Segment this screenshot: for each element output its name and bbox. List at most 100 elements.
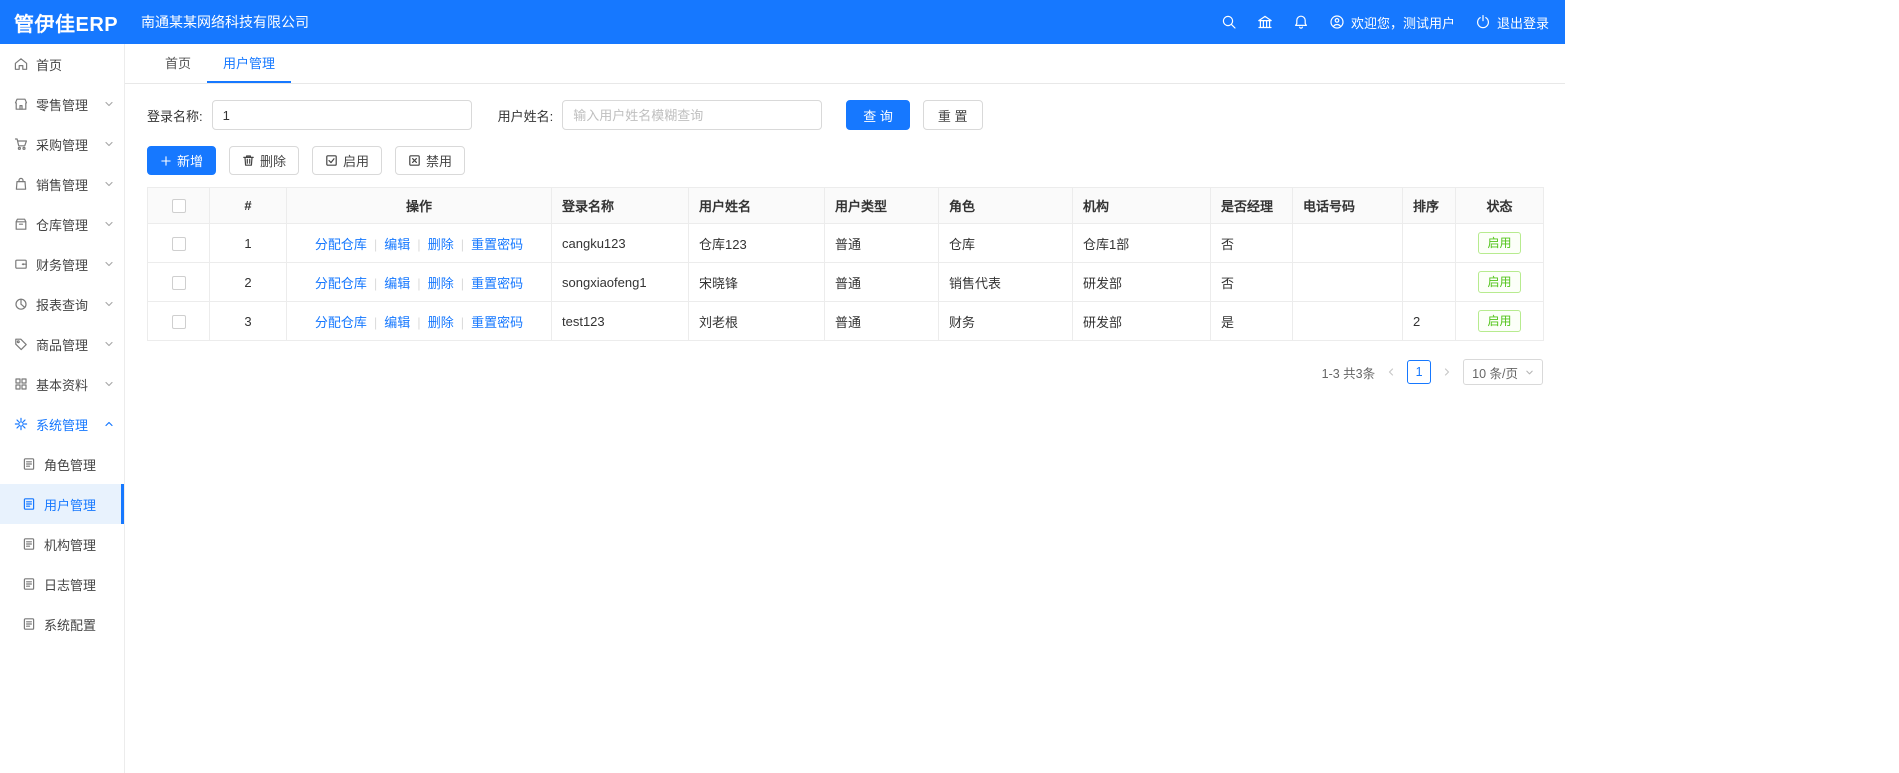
table-toolbar: 新增 删除 启用 禁用: [147, 146, 1543, 175]
reset-password-link[interactable]: 重置密码: [471, 237, 523, 252]
delete-button[interactable]: 删除: [229, 146, 300, 175]
sidebar-item-reports[interactable]: 报表查询: [0, 284, 124, 324]
enable-button[interactable]: 启用: [312, 146, 383, 175]
user-name-input[interactable]: [562, 100, 823, 130]
delete-link[interactable]: 删除: [428, 315, 454, 330]
select-all-checkbox[interactable]: [171, 199, 186, 214]
page-size-select[interactable]: 10 条/页: [1463, 359, 1543, 385]
chevron-down-icon: [104, 139, 114, 149]
chevron-down-icon: [104, 179, 114, 189]
assign-warehouse-link[interactable]: 分配仓库: [315, 237, 367, 252]
login-name-input[interactable]: [211, 100, 472, 130]
reset-button[interactable]: 重 置: [922, 100, 983, 130]
chevron-down-icon: [104, 299, 114, 309]
sidebar-item-home[interactable]: 首页: [0, 44, 124, 84]
user-menu[interactable]: 欢迎您，测试用户: [1329, 13, 1455, 32]
company-name: 南通某某网络科技有限公司: [141, 14, 309, 30]
edit-link[interactable]: 编辑: [384, 315, 410, 330]
plus-icon: [161, 155, 171, 166]
cell-type: 普通: [824, 223, 939, 263]
sidebar-item-finance[interactable]: 财务管理: [0, 244, 124, 284]
cell-status: 启用: [1455, 301, 1544, 341]
delete-link[interactable]: 删除: [428, 237, 454, 252]
grid-icon: [14, 377, 28, 391]
col-header-type: 用户类型: [824, 187, 939, 224]
separator: [417, 276, 420, 291]
sidebar-item-sales[interactable]: 销售管理: [0, 164, 124, 204]
sidebar-subitem-logs[interactable]: 日志管理: [0, 564, 124, 604]
bank-icon[interactable]: [1257, 14, 1273, 30]
pagination-total: 1-3 共3条: [1321, 366, 1376, 381]
chevron-down-icon: [1525, 368, 1534, 377]
cell-manager: 否: [1210, 223, 1293, 263]
logout-text: 退出登录: [1496, 15, 1549, 31]
edit-link[interactable]: 编辑: [384, 237, 410, 252]
disable-button[interactable]: 禁用: [395, 146, 466, 175]
sidebar-item-products[interactable]: 商品管理: [0, 324, 124, 364]
cell-org: 研发部: [1072, 262, 1211, 302]
sidebar-subitem-users[interactable]: 用户管理: [0, 484, 124, 524]
current-page[interactable]: 1: [1407, 360, 1432, 384]
delete-link[interactable]: 删除: [428, 276, 454, 291]
document-icon: [22, 537, 36, 551]
assign-warehouse-link[interactable]: 分配仓库: [315, 276, 367, 291]
logout-button[interactable]: 退出登录: [1475, 13, 1549, 32]
check-square-icon: [326, 155, 337, 166]
cell-role: 仓库: [938, 223, 1073, 263]
next-page-icon[interactable]: [1442, 367, 1452, 377]
cell-role: 销售代表: [938, 262, 1073, 302]
cell-status: 启用: [1455, 262, 1544, 302]
search-icon[interactable]: [1221, 14, 1237, 30]
sidebar-subitem-roles[interactable]: 角色管理: [0, 444, 124, 484]
status-badge: 启用: [1478, 271, 1521, 293]
row-checkbox[interactable]: [171, 275, 186, 290]
cell-role: 财务: [938, 301, 1073, 341]
app-logo: 管伊佳ERP: [14, 13, 119, 36]
trash-icon: [243, 155, 254, 166]
chevron-down-icon: [104, 379, 114, 389]
cell-login: cangku123: [551, 223, 689, 263]
col-header-org: 机构: [1072, 187, 1211, 224]
chevron-down-icon: [104, 259, 114, 269]
sidebar-item-retail[interactable]: 零售管理: [0, 84, 124, 124]
edit-link[interactable]: 编辑: [384, 276, 410, 291]
col-header-manager: 是否经理: [1210, 187, 1293, 224]
sidebar-subitem-organizations[interactable]: 机构管理: [0, 524, 124, 564]
cell-index: 2: [209, 262, 287, 302]
col-header-phone: 电话号码: [1292, 187, 1403, 224]
pie-chart-icon: [14, 297, 28, 311]
col-header-login: 登录名称: [551, 187, 689, 224]
cell-actions: 分配仓库 编辑 删除 重置密码: [286, 262, 552, 302]
store-icon: [14, 97, 28, 111]
cell-phone: [1292, 262, 1403, 302]
main-content: 首页 用户管理 登录名称: 用户姓名: 查 询 重 置 新增: [125, 44, 1565, 773]
sidebar-item-warehouse[interactable]: 仓库管理: [0, 204, 124, 244]
separator: [417, 237, 420, 252]
row-checkbox[interactable]: [171, 236, 186, 251]
bell-icon[interactable]: [1293, 14, 1309, 30]
table-row: 2 分配仓库 编辑 删除 重置密码 songxiaofeng1 宋晓锋 普通 销售代表…: [147, 262, 1544, 302]
reset-password-link[interactable]: 重置密码: [471, 276, 523, 291]
separator: [374, 276, 377, 291]
search-form: 登录名称: 用户姓名: 查 询 重 置: [147, 100, 1543, 130]
cell-manager: 否: [1210, 262, 1293, 302]
query-button[interactable]: 查 询: [846, 100, 910, 130]
reset-password-link[interactable]: 重置密码: [471, 315, 523, 330]
prev-page-icon[interactable]: [1386, 367, 1396, 377]
tab-bar: 首页 用户管理: [125, 44, 1565, 84]
cell-sort: [1402, 262, 1456, 302]
tab-home[interactable]: 首页: [149, 44, 207, 83]
tag-icon: [14, 337, 28, 351]
tab-user-management[interactable]: 用户管理: [207, 44, 292, 83]
sidebar-item-purchase[interactable]: 采购管理: [0, 124, 124, 164]
sidebar-item-system[interactable]: 系统管理: [0, 404, 124, 444]
sidebar-subitem-config[interactable]: 系统配置: [0, 604, 124, 644]
cell-actions: 分配仓库 编辑 删除 重置密码: [286, 223, 552, 263]
topbar-actions: 欢迎您，测试用户 退出登录: [1221, 13, 1565, 32]
welcome-text: 欢迎您，测试用户: [1350, 15, 1455, 31]
assign-warehouse-link[interactable]: 分配仓库: [315, 315, 367, 330]
sidebar-item-basic-data[interactable]: 基本资料: [0, 364, 124, 404]
chevron-down-icon: [104, 339, 114, 349]
row-checkbox[interactable]: [171, 314, 186, 329]
add-button[interactable]: 新增: [147, 146, 217, 175]
